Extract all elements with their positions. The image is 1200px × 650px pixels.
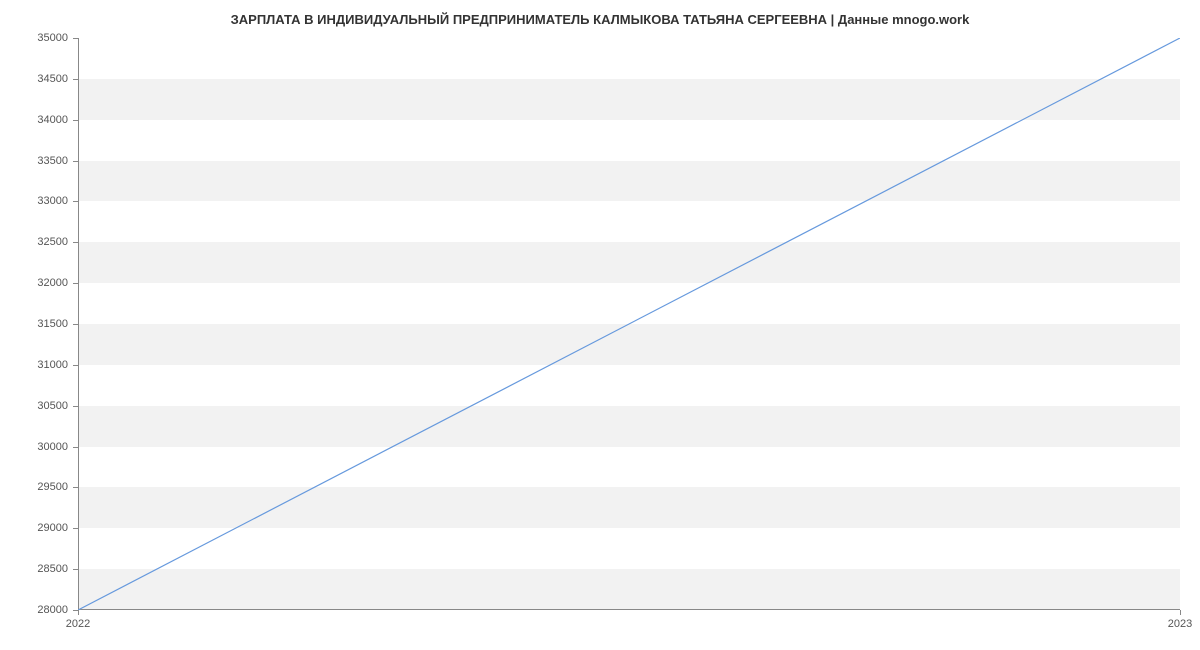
grid-band (78, 120, 1180, 161)
grid-band (78, 201, 1180, 242)
grid-band (78, 406, 1180, 447)
x-axis (78, 609, 1180, 610)
y-tick-label: 33500 (37, 155, 68, 167)
y-tick-mark (73, 487, 78, 488)
y-tick-label: 34500 (37, 73, 68, 85)
y-axis (78, 38, 79, 610)
grid-band (78, 528, 1180, 569)
grid-band (78, 79, 1180, 120)
y-tick-label: 33000 (37, 195, 68, 207)
grid-band (78, 283, 1180, 324)
grid-band (78, 487, 1180, 528)
x-tick-label: 2023 (1168, 618, 1192, 630)
y-tick-mark (73, 324, 78, 325)
y-tick-mark (73, 406, 78, 407)
grid-band (78, 324, 1180, 365)
y-tick-label: 30000 (37, 441, 68, 453)
x-tick-mark (1180, 610, 1181, 615)
y-tick-mark (73, 283, 78, 284)
y-tick-label: 28500 (37, 563, 68, 575)
y-tick-mark (73, 528, 78, 529)
y-tick-mark (73, 447, 78, 448)
y-tick-label: 31500 (37, 318, 68, 330)
y-tick-mark (73, 120, 78, 121)
y-tick-mark (73, 242, 78, 243)
y-tick-label: 28000 (37, 604, 68, 616)
grid-band (78, 447, 1180, 488)
y-tick-label: 34000 (37, 114, 68, 126)
y-tick-mark (73, 79, 78, 80)
y-tick-mark (73, 569, 78, 570)
y-tick-label: 30500 (37, 400, 68, 412)
chart-title: ЗАРПЛАТА В ИНДИВИДУАЛЬНЫЙ ПРЕДПРИНИМАТЕЛ… (0, 0, 1200, 27)
x-tick-mark (78, 610, 79, 615)
grid-band (78, 161, 1180, 202)
y-tick-label: 35000 (37, 32, 68, 44)
x-tick-label: 2022 (66, 618, 90, 630)
y-tick-mark (73, 161, 78, 162)
grid-band (78, 38, 1180, 79)
grid-band (78, 365, 1180, 406)
y-tick-mark (73, 365, 78, 366)
grid-band (78, 242, 1180, 283)
y-tick-mark (73, 38, 78, 39)
y-tick-label: 32000 (37, 277, 68, 289)
y-tick-label: 29500 (37, 481, 68, 493)
y-tick-label: 29000 (37, 522, 68, 534)
grid-band (78, 569, 1180, 610)
y-tick-label: 32500 (37, 236, 68, 248)
y-tick-mark (73, 201, 78, 202)
chart-container: ЗАРПЛАТА В ИНДИВИДУАЛЬНЫЙ ПРЕДПРИНИМАТЕЛ… (0, 0, 1200, 650)
plot-area: 2800028500290002950030000305003100031500… (78, 38, 1180, 610)
y-tick-label: 31000 (37, 359, 68, 371)
